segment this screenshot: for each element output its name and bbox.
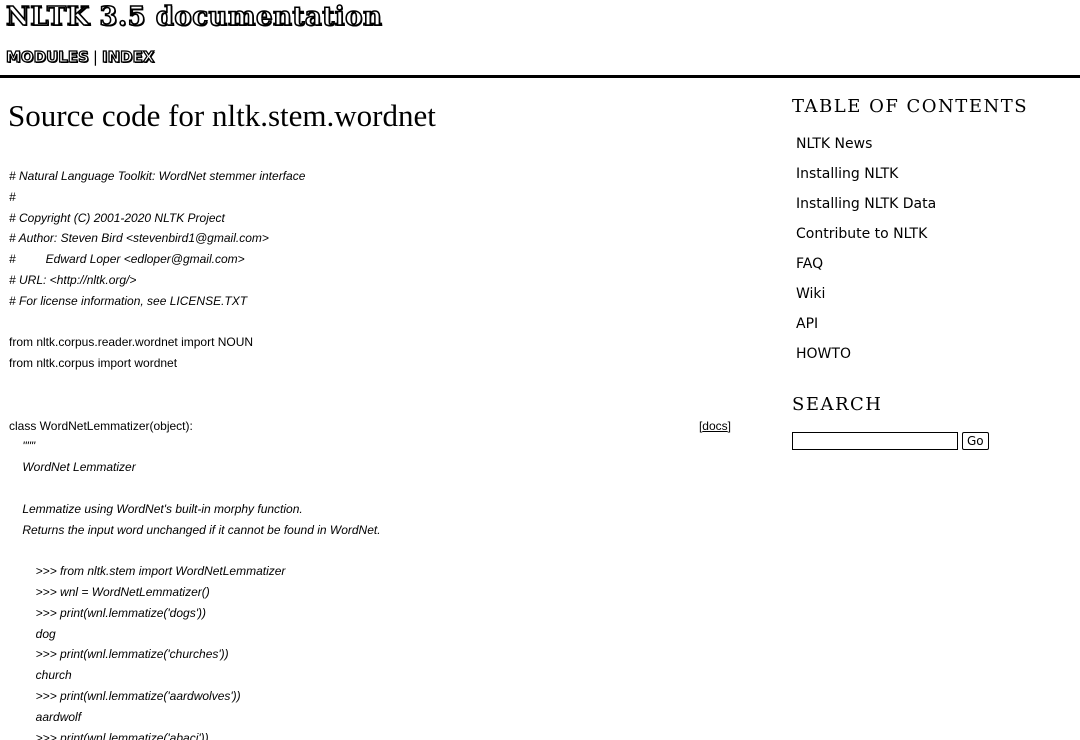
toc-link[interactable]: FAQ [796,256,823,272]
docs-bracket-close: ] [727,418,731,433]
code-line-text: WordNet Lemmatizer [9,460,136,475]
toc-item: Installing NLTK Data [796,196,936,226]
code-line-text: # Copyright (C) 2001-2020 NLTK Project [9,210,225,225]
code-line: # For license information, see LICENSE.T… [9,291,731,312]
code-line: # Author: Steven Bird <stevenbird1@gmail… [9,228,731,249]
search-form: Go [792,432,989,450]
toc-link[interactable]: HOWTO [796,346,851,362]
search-go-button[interactable]: Go [962,432,989,450]
nav-link-index[interactable]: INDEX [101,47,155,66]
code-line: # Edward Loper <edloper@gmail.com> [9,249,731,270]
toc-item: API [796,316,936,346]
code-line: # [9,187,731,208]
toc-link[interactable]: Wiki [796,286,825,302]
toc-item: NLTK News [796,136,936,166]
code-line-text: Returns the input word unchanged if it c… [9,522,381,537]
code-line: >>> print(wnl.lemmatize('churches')) [9,644,731,665]
code-line: >>> print(wnl.lemmatize('dogs')) [9,603,731,624]
code-line: Lemmatize using WordNet's built-in morph… [9,499,731,520]
top-nav: MODULES | INDEX [5,47,155,66]
code-line: aardwolf [9,707,731,728]
code-line-text: class WordNetLemmatizer(object): [9,418,193,433]
toc-link[interactable]: API [796,316,818,332]
sidebar: TABLE OF CONTENTS NLTK News Installing NL… [792,96,1062,450]
search-input[interactable] [792,432,958,450]
nav-separator: | [92,48,98,66]
toc-link[interactable]: Installing NLTK Data [796,196,936,212]
code-line: church [9,665,731,686]
code-line: >>> print(wnl.lemmatize('aardwolves')) [9,686,731,707]
code-line: WordNet Lemmatizer [9,457,731,478]
code-line-text: # For license information, see LICENSE.T… [9,293,248,308]
code-line-text: dog [9,626,56,641]
search-heading: SEARCH [792,394,883,415]
code-line: >>> from nltk.stem import WordNetLemmati… [9,561,731,582]
code-line: """ [9,436,731,457]
docs-link[interactable]: docs [702,419,727,433]
docs-link-wrapper: [docs] [699,416,731,437]
code-line-text: # Author: Steven Bird <stevenbird1@gmail… [9,231,269,246]
toc-item: FAQ [796,256,936,286]
code-line: from nltk.corpus import wordnet [9,353,731,374]
code-line-text: Lemmatize using WordNet's built-in morph… [9,501,303,516]
source-code-block: # Natural Language Toolkit: WordNet stem… [9,166,731,740]
code-line-text: >>> from nltk.stem import WordNetLemmati… [9,564,286,579]
code-line-text: from nltk.corpus import wordnet [9,356,178,371]
code-line-text: >>> print(wnl.lemmatize('aardwolves')) [9,688,241,703]
code-line-text: >>> print(wnl.lemmatize('abaci')) [9,730,209,740]
toc-list: NLTK News Installing NLTK Installing NLTK … [796,136,936,376]
code-line-text: # URL: <http://nltk.org/> [9,272,137,287]
toc-heading: TABLE OF CONTENTS [792,96,1029,117]
code-line-text: from nltk.corpus.reader.wordnet import N… [9,335,254,350]
nav-link-modules[interactable]: MODULES [5,47,89,66]
code-line: >>> wnl = WordNetLemmatizer() [9,582,731,603]
toc-link[interactable]: Contribute to NLTK [796,226,927,242]
toc-link[interactable]: NLTK News [796,136,872,152]
code-line: >>> print(wnl.lemmatize('abaci')) [9,728,731,740]
code-line-text: # [9,189,16,204]
code-line-text: # Natural Language Toolkit: WordNet stem… [9,169,306,183]
code-line: # URL: <http://nltk.org/> [9,270,731,291]
code-line-text: church [9,668,72,683]
code-line-text: """ [9,439,36,454]
code-line-text: aardwolf [9,709,82,724]
code-line: # Copyright (C) 2001-2020 NLTK Project [9,208,731,229]
toc-link[interactable]: Installing NLTK [796,166,898,182]
site-title[interactable]: NLTK 3.5 documentation [5,1,383,33]
code-line-text: >>> wnl = WordNetLemmatizer() [9,584,210,599]
toc-item: Contribute to NLTK [796,226,936,256]
code-line: class WordNetLemmatizer(object): [docs] [9,416,731,437]
toc-item: Wiki [796,286,936,316]
code-line-text: >>> print(wnl.lemmatize('churches')) [9,647,229,662]
page-title: Source code for nltk.stem.wordnet [8,98,436,133]
header: NLTK 3.5 documentation MODULES | INDEX [0,0,1080,78]
code-line-text: # Edward Loper <edloper@gmail.com> [9,252,245,267]
code-line-text: >>> print(wnl.lemmatize('dogs')) [9,605,206,620]
toc-item: HOWTO [796,346,936,376]
code-line: # Natural Language Toolkit: WordNet stem… [9,166,731,187]
code-line: Returns the input word unchanged if it c… [9,520,731,541]
toc-item: Installing NLTK [796,166,936,196]
code-line: from nltk.corpus.reader.wordnet import N… [9,332,731,353]
code-line: dog [9,624,731,645]
